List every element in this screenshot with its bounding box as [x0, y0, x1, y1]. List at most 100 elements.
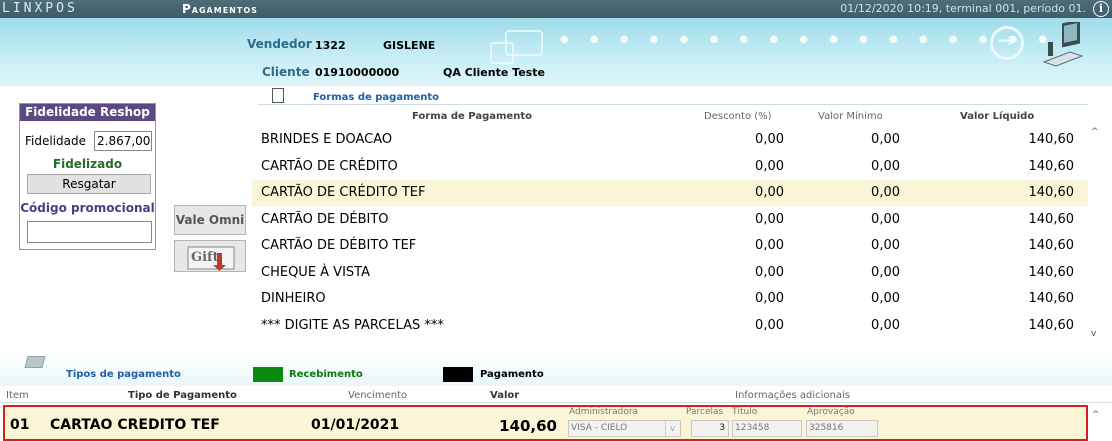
- forma-liquido: 140,60: [1028, 132, 1075, 147]
- forma-minimo: 0,00: [871, 317, 900, 333]
- forma-name: CARTÃO DE CRÉDITO TEF: [261, 185, 426, 200]
- payment-type: CARTAO CREDITO TEF: [50, 417, 220, 433]
- cliente-name: QA Cliente Teste: [443, 66, 545, 79]
- forma-desconto: 0,00: [755, 238, 784, 253]
- forma-row[interactable]: *** DIGITE AS PARCELAS *** 0,00 0,00 140,60: [252, 313, 1088, 339]
- gift-card-text: Gift: [191, 250, 219, 265]
- col-minimo-header: Valor Mínimo: [818, 111, 883, 122]
- scroll-up-icon[interactable]: ^: [1091, 127, 1099, 137]
- resgatar-button[interactable]: Resgatar: [27, 174, 151, 194]
- forma-row[interactable]: CARTÃO DE DÉBITO 0,00 0,00 140,60: [252, 207, 1088, 233]
- formas-divider: [258, 104, 1088, 105]
- forma-minimo: 0,00: [871, 264, 900, 280]
- screen-title: Pagamentos: [182, 2, 258, 16]
- titulo-label: Título: [732, 407, 758, 417]
- title-bar: LINXPOS Pagamentos 01/12/2020 10:19, ter…: [0, 0, 1112, 18]
- parcelas-label: Parcelas: [686, 407, 724, 417]
- forma-name: CARTÃO DE DÉBITO: [261, 211, 389, 227]
- pagamento-label: Pagamento: [480, 369, 544, 380]
- aprovacao-field[interactable]: 325816: [806, 420, 878, 437]
- gift-card-button[interactable]: Gift: [174, 240, 246, 272]
- forma-minimo: 0,00: [871, 238, 900, 253]
- forma-name: CARTÃO DE DÉBITO TEF: [261, 238, 417, 253]
- forma-minimo: 0,00: [871, 132, 900, 147]
- fidelizado-status: Fidelizado: [52, 157, 123, 171]
- forma-liquido: 140,60: [1028, 185, 1075, 200]
- formas-grid: BRINDES E DOACAO 0,00 0,00 140,60 CARTÃO DE …: [252, 127, 1088, 347]
- pos-terminal-icon: [1042, 22, 1084, 67]
- promo-code-label: Código promocional: [20, 201, 155, 215]
- col-info-header: Informações adicionais: [735, 390, 850, 401]
- forma-desconto: 0,00: [755, 211, 784, 227]
- cliente-label: Cliente: [262, 65, 310, 79]
- col-item-header: Item: [6, 390, 29, 401]
- payment-item: 01: [10, 417, 30, 433]
- payments-divider: [0, 402, 1112, 403]
- forma-row[interactable]: CARTÃO DE DÉBITO TEF 0,00 0,00 140,60: [252, 233, 1088, 259]
- cliente-code: 01910000000: [315, 66, 400, 79]
- vale-omni-button[interactable]: Vale Omni: [174, 205, 246, 235]
- document-icon: [272, 88, 284, 103]
- forma-liquido: 140,60: [1028, 317, 1075, 333]
- chevron-down-icon[interactable]: v: [665, 421, 679, 436]
- fidelidade-label: Fidelidade: [25, 134, 87, 148]
- forma-liquido: 140,60: [1028, 211, 1075, 227]
- forma-name: BRINDES E DOACAO: [261, 132, 393, 147]
- vendedor-name: GISLENE: [383, 39, 436, 52]
- forma-liquido: 140,60: [1028, 291, 1075, 306]
- forma-minimo: 0,00: [871, 185, 900, 200]
- forma-row[interactable]: CARTÃO DE CRÉDITO 0,00 0,00 140,60: [252, 154, 1088, 180]
- vendedor-label: Vendedor: [247, 37, 312, 51]
- forma-name: CHEQUE À VISTA: [261, 264, 370, 280]
- app-logo: LINXPOS: [2, 1, 78, 16]
- parcelas-field[interactable]: 3: [691, 420, 729, 437]
- col-tipo-header: Tipo de Pagamento: [128, 390, 237, 401]
- pagamento-swatch: [443, 367, 473, 382]
- forma-desconto: 0,00: [755, 132, 784, 147]
- titulo-field[interactable]: 123458: [732, 420, 802, 437]
- forma-desconto: 0,00: [755, 158, 784, 174]
- forma-name: CARTÃO DE CRÉDITO: [261, 158, 398, 174]
- gift-card-icon: Gift: [187, 246, 235, 271]
- forma-name: DINHEIRO: [261, 291, 326, 306]
- aprovacao-label: Aprovação: [807, 407, 855, 417]
- forma-minimo: 0,00: [871, 291, 900, 306]
- forma-row[interactable]: BRINDES E DOACAO 0,00 0,00 140,60: [252, 127, 1088, 153]
- payment-due-date: 01/01/2021: [311, 417, 400, 433]
- forma-minimo: 0,00: [871, 158, 900, 174]
- payment-row[interactable]: 01 CARTAO CREDITO TEF 01/01/2021 140,60 …: [3, 405, 1088, 441]
- vale-omni-label: Vale Omni: [175, 213, 245, 227]
- header-band: ● ● ● ● ● ● ● ● ● ● ● ● ● ● ● ● ● ● → Ve…: [0, 18, 1112, 86]
- forma-row[interactable]: CHEQUE À VISTA 0,00 0,00 140,60: [252, 260, 1088, 286]
- forma-name: *** DIGITE AS PARCELAS ***: [261, 317, 444, 333]
- info-icon[interactable]: i: [1093, 1, 1109, 17]
- fidelidade-panel: Fidelidade Reshop Fidelidade 2.867,00 Fi…: [19, 103, 156, 250]
- col-valor-header: Valor: [490, 390, 520, 401]
- forma-desconto: 0,00: [755, 264, 784, 280]
- vendedor-code: 1322: [315, 39, 346, 52]
- forma-liquido: 140,60: [1028, 238, 1075, 253]
- scroll-down-icon[interactable]: v: [1091, 329, 1096, 339]
- promo-code-input[interactable]: [27, 221, 152, 243]
- payments-scroll-up-icon[interactable]: ^: [1092, 410, 1106, 420]
- col-vencimento-header: Vencimento: [348, 390, 408, 401]
- fidelidade-title: Fidelidade Reshop: [20, 104, 155, 121]
- administradora-label: Administradora: [569, 407, 639, 417]
- col-desconto-header: Desconto (%): [704, 111, 772, 122]
- recebimento-swatch: [253, 367, 283, 382]
- payment-value: 140,60: [499, 417, 557, 435]
- col-liquido-header: Valor Líquido: [960, 111, 1035, 122]
- tipos-pagamento-label: Tipos de pagamento: [66, 369, 181, 380]
- forma-row[interactable]: CARTÃO DE CRÉDITO TEF 0,00 0,00 140,60: [252, 180, 1088, 206]
- formas-scrollbar[interactable]: ^ v: [1088, 127, 1104, 347]
- recebimento-label: Recebimento: [289, 369, 363, 380]
- fidelidade-points-field[interactable]: 2.867,00: [94, 131, 152, 151]
- forma-desconto: 0,00: [755, 317, 784, 333]
- forma-row[interactable]: DINHEIRO 0,00 0,00 140,60: [252, 286, 1088, 312]
- forma-liquido: 140,60: [1028, 158, 1075, 174]
- session-status: 01/12/2020 10:19, terminal 001, período …: [840, 2, 1086, 15]
- decor-window-icon: [505, 30, 543, 56]
- forma-desconto: 0,00: [755, 185, 784, 200]
- col-forma-header: Forma de Pagamento: [412, 111, 532, 122]
- formas-title: Formas de pagamento: [313, 92, 440, 103]
